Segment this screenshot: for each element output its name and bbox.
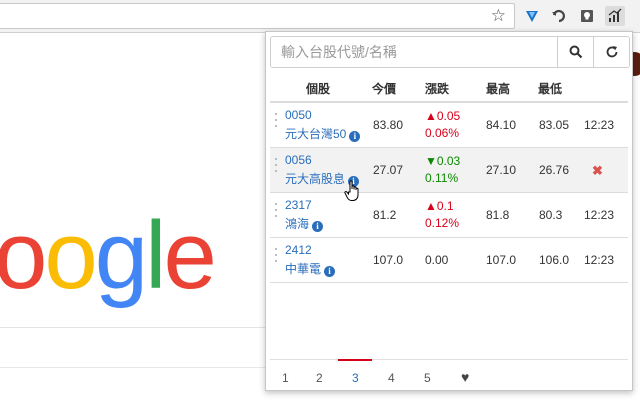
stock-search-bar — [270, 36, 630, 68]
header-price: 今價 — [372, 82, 397, 96]
stock-low: 80.3 — [539, 208, 563, 222]
favorites-heart-icon[interactable]: ♥ — [461, 369, 469, 385]
stock-change: ▲0.05 — [425, 109, 461, 123]
drag-handle-icon[interactable] — [274, 203, 278, 217]
info-icon[interactable]: i — [324, 266, 336, 277]
stock-name[interactable]: 元大台灣50 i — [285, 125, 361, 142]
footer-divider — [0, 367, 268, 368]
stock-name-text[interactable]: 元大高股息 — [285, 172, 345, 186]
stock-row[interactable]: 2412 中華電 i 107.0 0.00 107.0 106.0 12:23 — [270, 238, 628, 283]
stock-name[interactable]: 中華電 i — [285, 260, 336, 277]
header-stock: 個股 — [306, 82, 331, 96]
stock-low: 83.05 — [539, 118, 570, 132]
pager-divider — [270, 359, 628, 360]
stock-chart-extension-icon[interactable] — [605, 6, 625, 26]
stock-change: ▲0.1 — [425, 199, 454, 213]
refresh-icon — [606, 46, 618, 58]
page-tab-5[interactable]: 5 — [424, 371, 431, 385]
search-icon — [569, 45, 583, 59]
active-page-indicator — [338, 359, 372, 361]
page-tab-3[interactable]: 3 — [352, 371, 359, 385]
stock-change-pct: 0.11% — [425, 171, 459, 185]
stock-price: 27.07 — [373, 163, 404, 177]
stock-change-pct: 0.06% — [425, 126, 460, 140]
stock-change: 0.00 — [425, 253, 449, 267]
browser-toolbar: ☆ — [0, 0, 640, 33]
address-bar[interactable]: ☆ — [0, 3, 515, 29]
page-tab-2[interactable]: 2 — [316, 371, 323, 385]
stock-high: 84.10 — [486, 118, 517, 132]
stock-time: 12:23 — [584, 253, 615, 267]
info-icon[interactable]: i — [349, 131, 361, 142]
stock-price: 107.0 — [373, 253, 404, 267]
stock-code[interactable]: 2412 — [285, 243, 312, 257]
stock-code[interactable]: 2317 — [285, 198, 312, 212]
stock-name-text[interactable]: 元大台灣50 — [285, 127, 346, 141]
header-high: 最高 — [486, 82, 511, 96]
refresh-button[interactable] — [593, 37, 630, 67]
undo-extension-icon[interactable] — [549, 6, 569, 26]
stock-change: ▼0.03 — [425, 154, 461, 168]
search-box-edge — [0, 327, 268, 328]
page-tab-4[interactable]: 4 — [388, 371, 395, 385]
info-icon[interactable]: i — [312, 221, 324, 232]
stock-name[interactable]: 鴻海 i — [285, 215, 324, 232]
hand-cursor-icon — [344, 180, 359, 201]
stock-name-text[interactable]: 鴻海 — [285, 217, 309, 231]
drag-handle-icon[interactable] — [274, 158, 278, 172]
stock-name-text[interactable]: 中華電 — [285, 262, 321, 276]
logo-letter-e: e — [163, 202, 217, 309]
page-tab-1[interactable]: 1 — [282, 371, 289, 385]
stock-price: 83.80 — [373, 118, 404, 132]
google-logo: oogle — [0, 202, 217, 309]
stock-price: 81.2 — [373, 208, 397, 222]
header-change: 漲跌 — [425, 82, 450, 96]
remove-stock-icon[interactable]: ✖ — [592, 163, 603, 179]
logo-letter-l: l — [145, 202, 166, 309]
drag-handle-icon[interactable] — [274, 113, 278, 127]
stock-search-input[interactable] — [271, 37, 565, 67]
stock-high: 27.10 — [486, 163, 517, 177]
stock-time: 12:23 — [584, 118, 615, 132]
header-low: 最低 — [538, 82, 563, 96]
stock-low: 106.0 — [539, 253, 570, 267]
stock-code[interactable]: 0056 — [285, 153, 312, 167]
stock-high: 107.0 — [486, 253, 517, 267]
logo-letter-o1: o — [0, 202, 47, 309]
bookmark-star-icon[interactable]: ☆ — [491, 6, 506, 26]
logo-letter-g: g — [94, 202, 148, 309]
vpn-extension-icon[interactable] — [522, 6, 542, 26]
stock-row[interactable]: 2317 鴻海 i 81.2 ▲0.1 0.12% 81.8 80.3 12:23 — [270, 193, 628, 238]
logo-letter-o2: o — [44, 202, 97, 309]
stock-code[interactable]: 0050 — [285, 108, 312, 122]
stock-row[interactable]: 0050 元大台灣50 i 83.80 ▲0.05 0.06% 84.10 83.… — [270, 103, 628, 148]
drag-handle-icon[interactable] — [274, 248, 278, 262]
stock-popup: 個股 今價 漲跌 最高 最低 0050 元大台灣50i 83.80 ▲0.05 … — [265, 31, 633, 391]
stock-low: 26.76 — [539, 163, 570, 177]
stock-high: 81.8 — [486, 208, 510, 222]
stock-row[interactable]: 0056 元大高股息 i 27.07 ▼0.03 0.11% 27.10 26.7… — [270, 148, 628, 193]
search-button[interactable] — [557, 37, 594, 67]
stock-change-pct: 0.12% — [425, 216, 460, 230]
stock-time: 12:23 — [584, 208, 615, 222]
lightbulb-extension-icon[interactable] — [577, 6, 597, 26]
